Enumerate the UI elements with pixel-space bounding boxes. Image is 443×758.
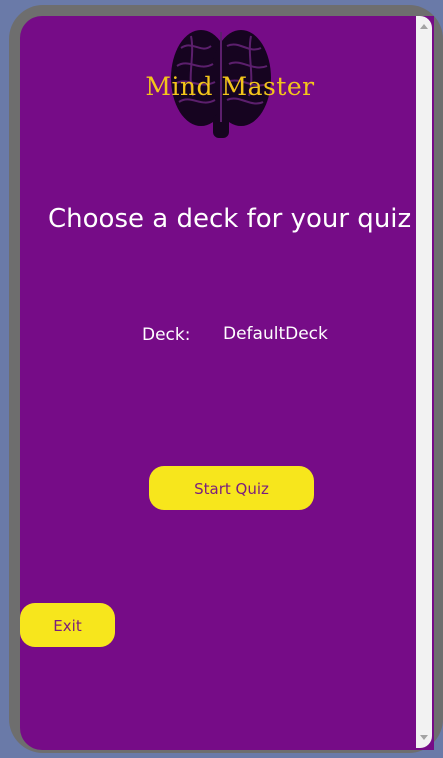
scroll-up-icon[interactable]	[420, 24, 428, 29]
start-quiz-button[interactable]: Start Quiz	[149, 466, 314, 510]
scrollbar[interactable]	[416, 16, 432, 748]
page-title: Choose a deck for your quiz	[48, 204, 412, 234]
app-screen: Mind Master Choose a deck for your quiz …	[20, 16, 434, 750]
deck-label: Deck:	[142, 325, 191, 345]
app-logo-text: Mind Master	[145, 72, 315, 101]
deck-selector[interactable]: DefaultDeck	[223, 324, 328, 344]
exit-button[interactable]: Exit	[20, 603, 115, 647]
app-logo: Mind Master	[135, 22, 325, 148]
scroll-down-icon[interactable]	[420, 735, 428, 740]
